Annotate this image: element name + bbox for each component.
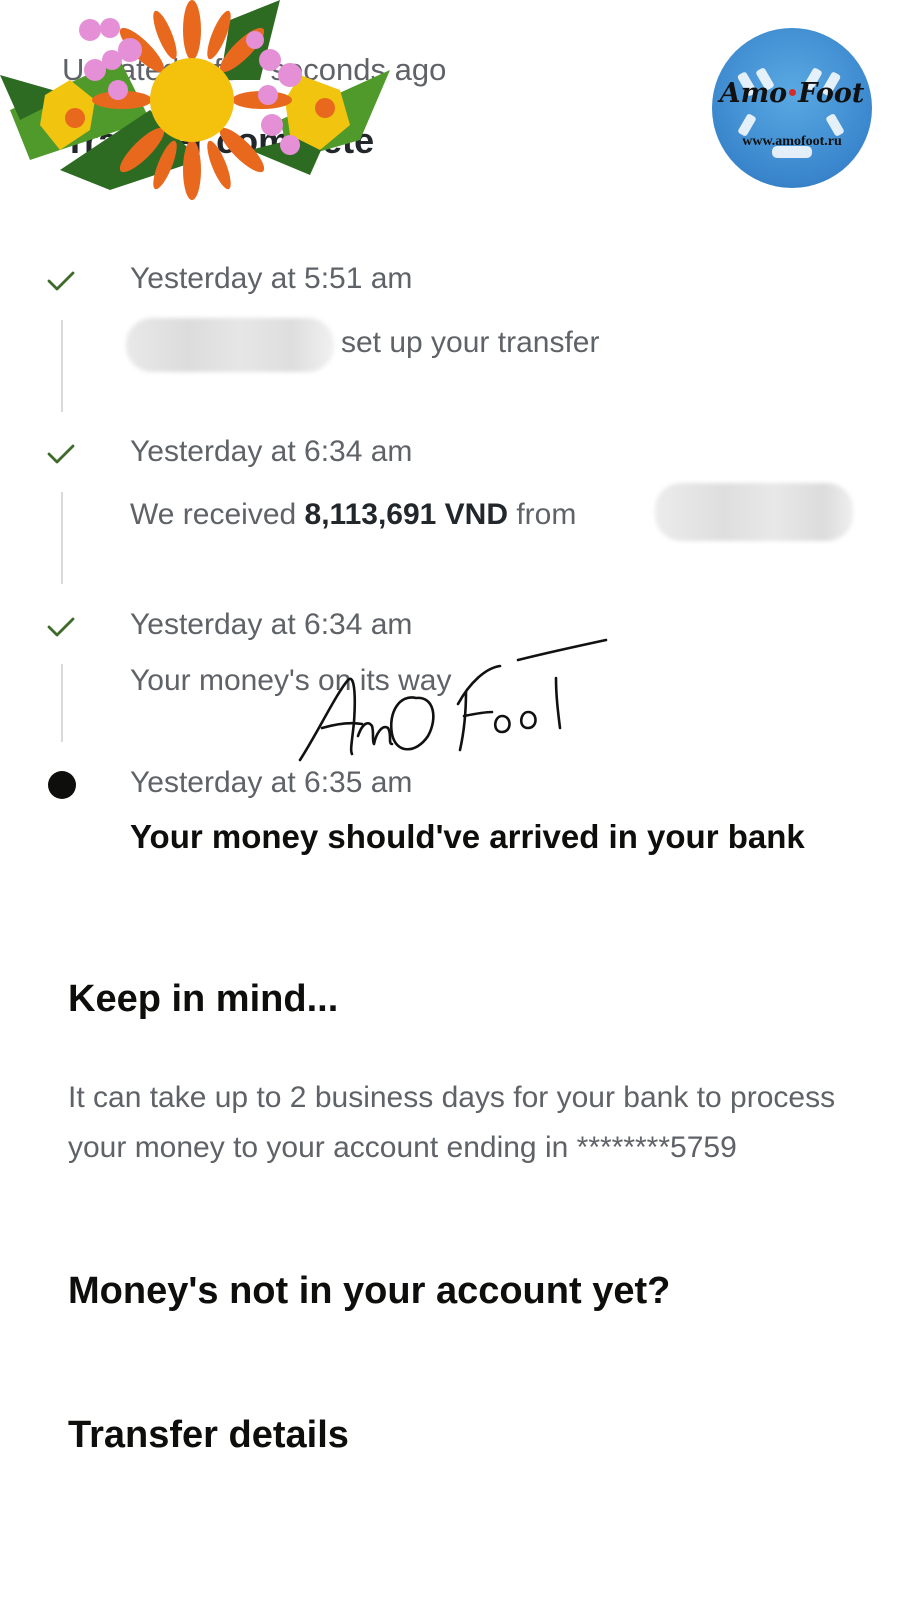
check-icon — [47, 617, 75, 637]
transfer-details-section[interactable]: Transfer details — [68, 1414, 349, 1457]
check-icon — [47, 271, 75, 291]
received-suffix: from — [508, 498, 577, 531]
check-icon — [47, 444, 75, 464]
keep-in-mind-line-1: It can take up to 2 business days for yo… — [68, 1081, 836, 1114]
timeline-connector — [61, 492, 63, 584]
current-step-dot — [48, 771, 76, 799]
redacted-name — [126, 318, 334, 372]
keep-in-mind-line-2: your money to your account ending in ***… — [68, 1131, 737, 1164]
received-prefix: We received — [130, 498, 305, 531]
step-2-time: Yesterday at 6:34 am — [130, 435, 413, 468]
step-1-time: Yesterday at 5:51 am — [130, 262, 413, 295]
amofoot-signature-watermark — [298, 638, 608, 762]
received-amount: 8,113,691 VND — [304, 498, 509, 531]
logo-url: www.amofoot.ru — [742, 134, 842, 149]
timeline-connector — [61, 664, 63, 742]
keep-in-mind-heading: Keep in mind... — [68, 978, 339, 1020]
money-not-arrived-section[interactable]: Money's not in your account yet? — [68, 1270, 670, 1313]
step-1-description: set up your transfer — [341, 326, 600, 359]
amofoot-logo: Amo Foot www.amofoot.ru — [712, 28, 872, 188]
redacted-sender — [655, 483, 853, 541]
step-2-description: We received 8,113,691 VND from — [130, 498, 576, 532]
step-4-description: Your money should've arrived in your ban… — [130, 818, 805, 855]
flower-sticker-icon — [0, 0, 390, 200]
timeline-connector — [61, 320, 63, 412]
